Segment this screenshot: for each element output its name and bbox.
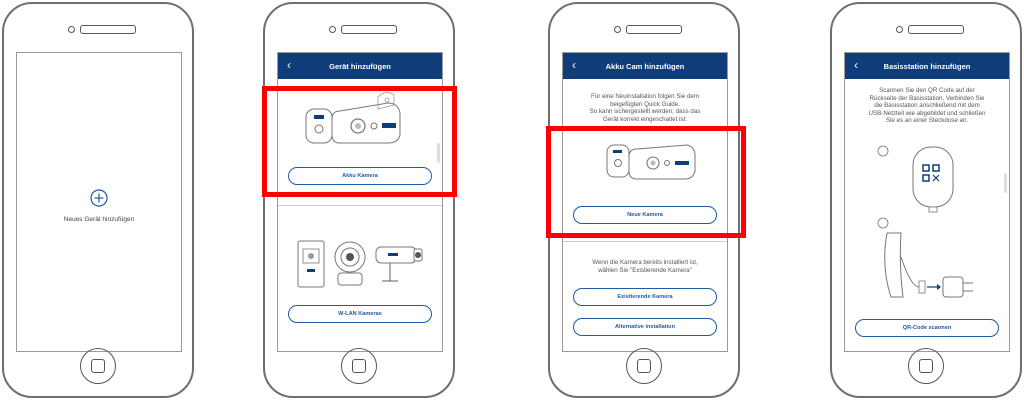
note-line: wählen Sie "Existierende Kamera" xyxy=(598,266,692,274)
intro-line: Scannen Sie den QR Code auf der xyxy=(879,87,975,94)
intro-line: USB-Netzteil wie abgebildet und schließe… xyxy=(868,109,986,117)
home-button[interactable] xyxy=(908,348,944,384)
intro-line: So kann sichergestellt werden, dass das xyxy=(589,108,701,116)
screen-add-base-station: ‹ Basisstation hinzufügen Scannen Sie de… xyxy=(844,52,1010,352)
phone-1: Neues Gerät hinzufügen xyxy=(2,2,194,398)
camera-dot xyxy=(68,26,75,33)
speaker xyxy=(626,25,682,34)
intro-line: Für eine Neuinstallation folgen Sie dem xyxy=(590,93,699,100)
home-button[interactable] xyxy=(341,348,377,384)
divider xyxy=(563,241,727,242)
camera-dot xyxy=(329,26,336,33)
back-chevron-icon[interactable]: ‹ xyxy=(287,59,291,71)
intro-line: beigefügten Quick Guide. xyxy=(610,100,680,108)
scrollbar[interactable] xyxy=(1004,173,1007,193)
divider xyxy=(278,205,442,206)
phone-2: ‹ Gerät hinzufügen Akku Kamera W-LAN Kam… xyxy=(263,2,455,398)
plus-circle-icon xyxy=(90,189,108,207)
highlight-box-akku xyxy=(262,86,457,197)
back-chevron-icon[interactable]: ‹ xyxy=(572,59,576,71)
header-bar: ‹ Akku Cam hinzufügen xyxy=(563,53,727,79)
page-title: Basisstation hinzufügen xyxy=(883,61,971,71)
camera-dot xyxy=(896,26,903,33)
page-title: Akku Cam hinzufügen xyxy=(605,61,685,71)
home-button[interactable] xyxy=(80,348,116,384)
instruction-text: Scannen Sie den QR Code auf der Rückseit… xyxy=(853,87,1001,125)
alternative-installation-button[interactable]: Alternative installation xyxy=(573,318,717,336)
intro-line: Gerät korrekt eingeschaltet ist. xyxy=(603,115,687,123)
phone-4: ‹ Basisstation hinzufügen Scannen Sie de… xyxy=(830,2,1022,398)
screen-empty-device-list: Neues Gerät hinzufügen xyxy=(16,52,182,352)
page-title: Gerät hinzufügen xyxy=(329,61,391,71)
note-text: Wenn die Kamera bereits installiert ist,… xyxy=(571,259,719,274)
intro-text: Für eine Neuinstallation folgen Sie dem … xyxy=(571,93,719,123)
existing-camera-button[interactable]: Existierende Kamera xyxy=(573,288,717,306)
back-chevron-icon[interactable]: ‹ xyxy=(854,59,858,71)
highlight-box-new-camera xyxy=(546,126,746,238)
camera-dot xyxy=(614,26,621,33)
speaker xyxy=(80,25,136,34)
add-device-button[interactable]: Neues Gerät hinzufügen xyxy=(17,189,181,223)
speaker xyxy=(341,25,397,34)
home-button[interactable] xyxy=(626,348,662,384)
home-square-icon xyxy=(919,359,933,373)
intro-line: die Basisstation anschließend mit dem xyxy=(874,102,980,110)
intro-line: Sie es an einer Steckdose an. xyxy=(885,117,969,125)
speaker xyxy=(908,25,964,34)
add-device-label: Neues Gerät hinzufügen xyxy=(63,216,135,223)
note-line: Wenn die Kamera bereits installiert ist, xyxy=(592,259,698,266)
home-square-icon xyxy=(91,359,105,373)
wlan-kameras-button[interactable]: W-LAN Kameras xyxy=(288,305,432,323)
header-bar: ‹ Gerät hinzufügen xyxy=(278,53,442,79)
home-square-icon xyxy=(352,359,366,373)
base-station-qr-illustration xyxy=(877,145,973,298)
wlan-cameras-illustration xyxy=(297,240,423,288)
intro-line: Rückseite der Basisstation. Verbinden Si… xyxy=(869,94,985,102)
home-square-icon xyxy=(637,359,651,373)
header-bar: ‹ Basisstation hinzufügen xyxy=(845,53,1009,79)
scan-qr-code-button[interactable]: QR-Code scannen xyxy=(855,319,999,337)
